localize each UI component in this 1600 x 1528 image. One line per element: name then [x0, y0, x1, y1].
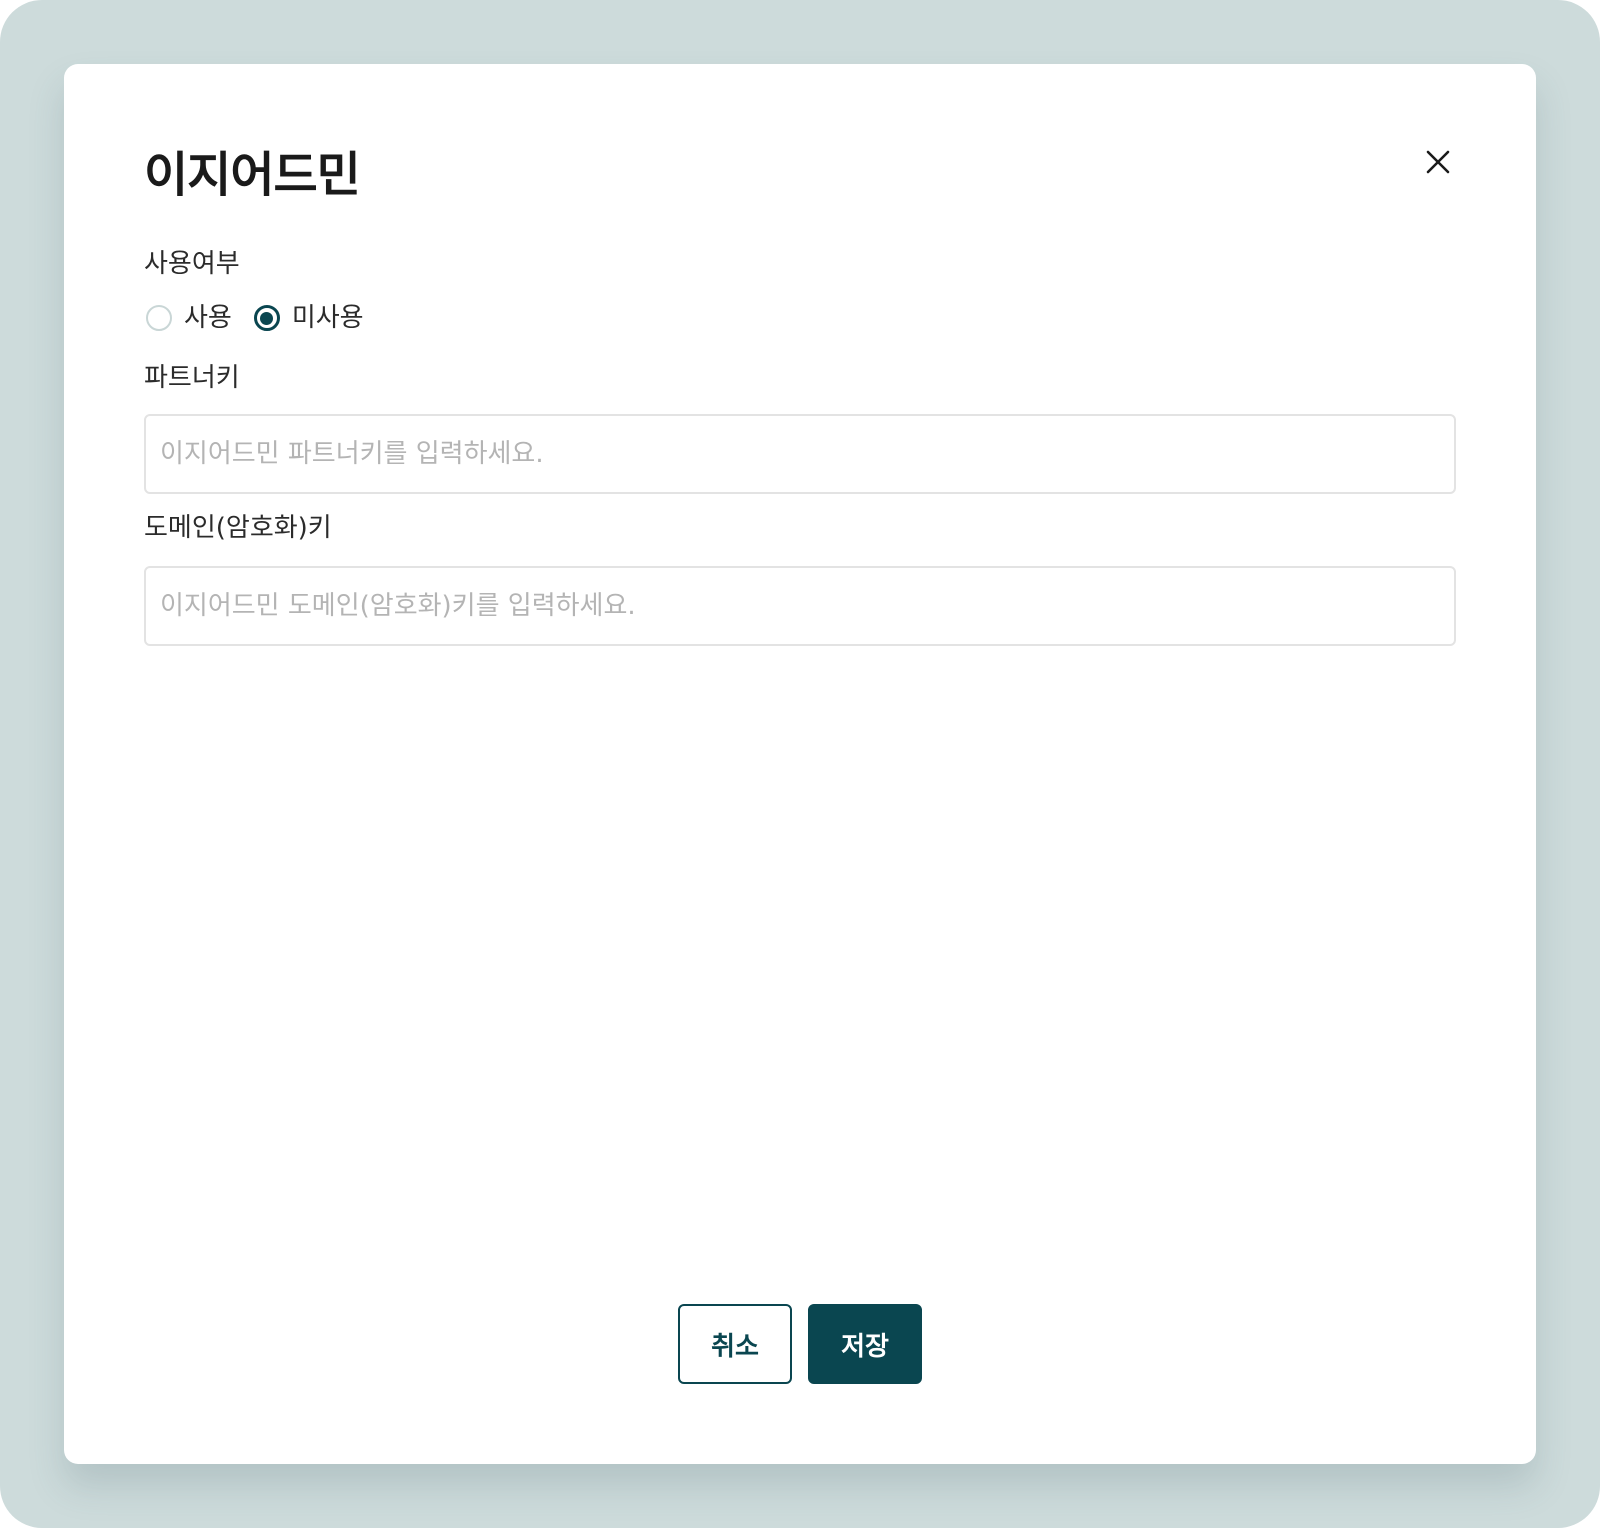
radio-use[interactable] — [146, 305, 172, 331]
close-button[interactable] — [1418, 142, 1458, 182]
usage-radio-group: 사용 미사용 — [144, 298, 384, 338]
radio-option-use[interactable]: 사용 — [144, 300, 232, 336]
radio-unuse-label: 미사용 — [291, 303, 364, 333]
radio-option-unuse[interactable]: 미사용 — [252, 300, 364, 336]
modal-title: 이지어드민 — [144, 147, 361, 203]
usage-label: 사용여부 — [144, 249, 240, 279]
domain-key-input[interactable] — [144, 566, 1456, 646]
radio-unuse[interactable] — [253, 305, 280, 331]
radio-use-label: 사용 — [184, 303, 232, 333]
save-button[interactable]: 저장 — [808, 1304, 922, 1384]
domain-key-label: 도메인(암호화)키 — [144, 513, 332, 543]
modal-dialog: 이지어드민 사용여부 사용 미사용 파트너키 도메인(암호화)키 취소 저장 — [64, 64, 1536, 1464]
modal-backdrop: 이지어드민 사용여부 사용 미사용 파트너키 도메인(암호화)키 취소 저장 — [0, 0, 1600, 1528]
partner-key-input[interactable] — [144, 414, 1456, 494]
partner-key-label: 파트너키 — [144, 363, 240, 393]
close-icon — [1426, 150, 1450, 174]
cancel-button[interactable]: 취소 — [678, 1304, 792, 1384]
